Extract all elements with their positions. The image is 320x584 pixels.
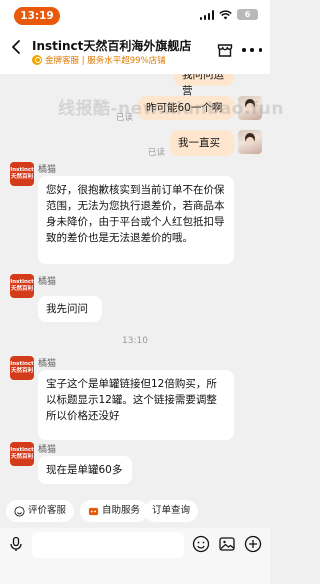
- status-time: 13:19: [14, 7, 60, 25]
- message-text: 现在是单罐60多: [46, 464, 123, 476]
- order-query-button[interactable]: 订单查询: [144, 500, 199, 522]
- quick-actions: 评价客服 自助服务 订单查询: [0, 500, 270, 526]
- message-text: 宝子这个是单罐链接但12倍购买，所以标题显示12罐。这个链接需要调整所以价格还没…: [46, 378, 217, 422]
- rate-service-button[interactable]: 评价客服: [6, 500, 75, 522]
- watermark: 线报酷-new.xianbao.fun: [58, 99, 285, 119]
- more-icon[interactable]: [242, 41, 262, 59]
- shop-avatar[interactable]: Instinct 天然百利: [10, 274, 34, 298]
- sender-name: 橘猫: [38, 277, 57, 287]
- shop-icon[interactable]: [216, 41, 234, 59]
- chat-messages: 我问问运营 昨可能60一个啊 已读 我一直买 已读 Instinct 天然百利 橘…: [0, 74, 270, 498]
- shop-avatar[interactable]: Instinct 天然百利: [10, 442, 34, 466]
- signal-icon: [199, 9, 214, 20]
- chat-header: Instinct天然百利海外旗舰店 金牌客服 | 服务水平超99%店铺: [0, 32, 270, 74]
- message-bubble-in: 宝子这个是单罐链接但12倍购买，所以标题显示12罐。这个链接需要调整所以价格还没…: [38, 370, 234, 440]
- sender-name: 橘猫: [38, 359, 57, 369]
- plus-icon[interactable]: [244, 535, 262, 553]
- user-avatar[interactable]: [238, 130, 262, 154]
- robot-icon: [88, 507, 99, 515]
- self-service-button[interactable]: 自助服务: [80, 500, 149, 522]
- wifi-icon: [219, 9, 232, 19]
- message-bubble-in: 现在是单罐60多: [38, 456, 132, 484]
- smile-icon: [14, 505, 25, 517]
- message-text: 您好，很抱歉核实到当前订单不在价保范围，无法为您执行退差价，若商品本身未降价，由…: [46, 184, 225, 244]
- message-bubble-out: 我一直买: [170, 130, 234, 156]
- sender-name: 橘猫: [38, 165, 57, 175]
- message-text: 我先问问: [46, 303, 88, 315]
- input-bar: [0, 528, 270, 584]
- image-icon[interactable]: [218, 535, 236, 553]
- shop-avatar[interactable]: Instinct 天然百利: [10, 162, 34, 186]
- shop-badge: 金牌客服 | 服务水平超99%店铺: [32, 54, 166, 66]
- status-icons: 6: [199, 9, 258, 20]
- message-bubble-in: 您好，很抱歉核实到当前订单不在价保范围，无法为您执行退差价，若商品本身未降价，由…: [38, 176, 234, 264]
- read-receipt: 已读: [148, 148, 166, 158]
- sender-name: 橘猫: [38, 445, 57, 455]
- gold-medal-icon: [32, 55, 42, 65]
- emoji-icon[interactable]: [192, 535, 210, 553]
- message-text: 我一直买: [178, 137, 220, 149]
- back-arrow-icon[interactable]: [8, 38, 26, 56]
- message-input[interactable]: [32, 532, 184, 558]
- message-bubble-out: 我问问运营: [174, 74, 234, 97]
- shop-subtitle: 金牌客服 | 服务水平超99%店铺: [45, 56, 166, 66]
- microphone-icon[interactable]: [8, 536, 24, 552]
- shop-avatar[interactable]: Instinct 天然百利: [10, 356, 34, 380]
- battery-icon: 6: [237, 9, 258, 20]
- status-bar: 13:19 6: [0, 0, 270, 32]
- chat-timestamp: 13:10: [122, 336, 148, 346]
- message-bubble-in: 我先问问: [38, 296, 102, 322]
- shop-name[interactable]: Instinct天然百利海外旗舰店: [32, 37, 191, 54]
